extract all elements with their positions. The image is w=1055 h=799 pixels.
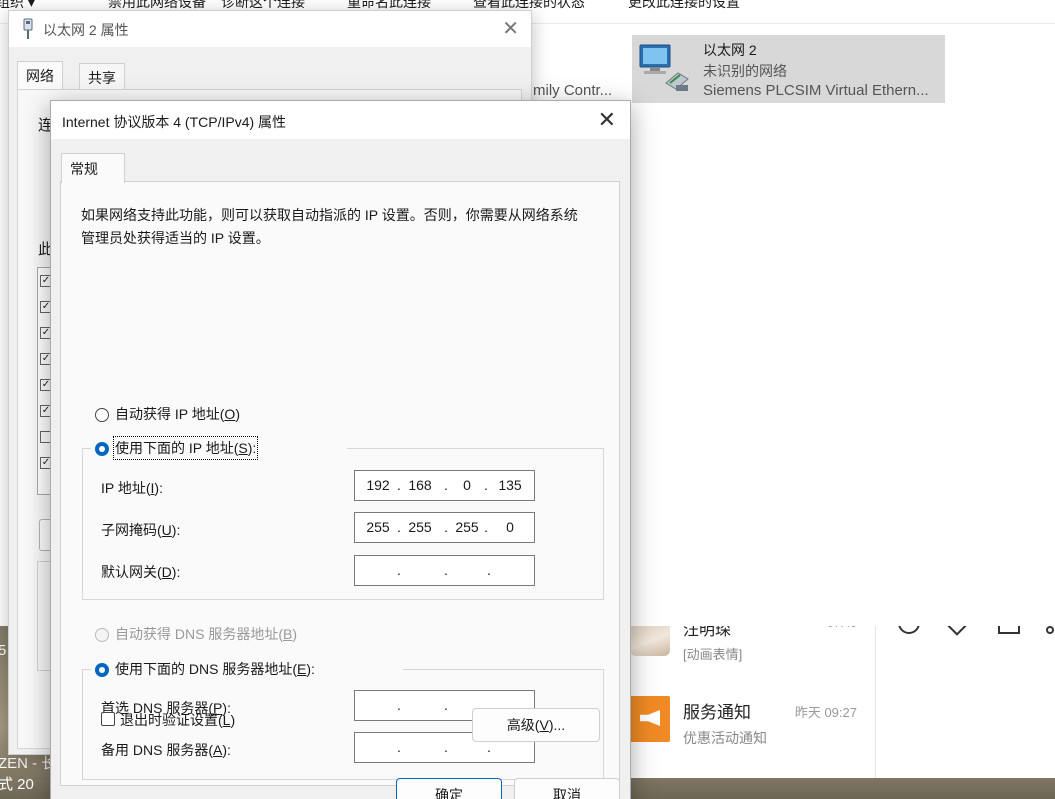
ip-separator: .	[444, 519, 448, 535]
ip-separator: .	[397, 519, 401, 535]
description-text: 如果网络支持此功能，则可以获取自动指派的 IP 设置。否则，你需要从网络系统管理…	[81, 207, 578, 246]
tab-label: 常规	[70, 161, 98, 177]
ok-button[interactable]: 确定	[396, 778, 502, 799]
ip-octet[interactable]: 135	[495, 477, 525, 493]
taskbar-fragment: 5	[0, 642, 7, 659]
auto-ip-radio[interactable]	[95, 408, 109, 422]
ip-separator: .	[484, 477, 488, 493]
subnet-mask-label: 子网掩码(U):	[101, 522, 181, 538]
dialog-titlebar: Internet 协议版本 4 (TCP/IPv4) 属性 ✕	[51, 101, 630, 139]
ip-separator: .	[397, 562, 401, 578]
connection-name: 以太网 2	[703, 42, 757, 58]
more-icon[interactable]	[1046, 626, 1054, 634]
tab-general[interactable]: 常规	[61, 153, 125, 183]
taskbar-fragment: ZEN - 长	[0, 755, 57, 772]
chat-list: 汪明琛 07:49 [动画表情] 服务通知 昨天 09:27 优惠活动通知	[620, 600, 875, 778]
ip-address-input[interactable]: 192 . 168 . 0 . 135	[354, 470, 535, 501]
alternate-dns-label: 备用 DNS 服务器(A):	[101, 742, 231, 758]
ip-separator: .	[397, 697, 401, 713]
connection-status: 未识别的网络	[703, 63, 787, 79]
chat-message: [动画表情]	[683, 647, 743, 662]
network-adapter-icon	[639, 44, 689, 91]
ip-separator: .	[444, 562, 448, 578]
dialog-titlebar: 以太网 2 属性 ✕	[9, 11, 531, 47]
cancel-button[interactable]: 取消	[514, 778, 620, 799]
ip-separator: .	[397, 477, 401, 493]
ip-octet[interactable]: 255	[452, 519, 482, 535]
ip-separator: .	[444, 739, 448, 755]
ip-octet[interactable]: 255	[405, 519, 435, 535]
connection-item-partial[interactable]: mily Contr...	[533, 82, 612, 99]
ip-separator: .	[484, 519, 488, 535]
manual-ip-label[interactable]: 使用下面的 IP 地址(S):	[112, 436, 259, 460]
connection-item-ethernet2[interactable]: 以太网 2 未识别的网络 Siemens PLCSIM Virtual Ethe…	[632, 35, 945, 103]
manual-dns-label[interactable]: 使用下面的 DNS 服务器地址(E):	[115, 659, 315, 679]
auto-dns-label[interactable]: 自动获得 DNS 服务器地址(B)	[115, 624, 297, 644]
chat-item[interactable]: 服务通知 昨天 09:27 优惠活动通知	[620, 682, 875, 762]
manual-ip-radio[interactable]	[95, 442, 109, 456]
connection-adapter: Siemens PLCSIM Virtual Ethern...	[703, 82, 929, 99]
tab-sharing[interactable]: 共享	[79, 63, 125, 91]
general-panel: 如果网络支持此功能，则可以获取自动指派的 IP 设置。否则，你需要从网络系统管理…	[60, 181, 620, 786]
validate-on-exit-label[interactable]: 退出时验证设置(L)	[120, 710, 235, 730]
chat-time: 昨天 09:27	[794, 705, 857, 720]
chat-message: 优惠活动通知	[683, 730, 767, 746]
ip-address-label: IP 地址(I):	[101, 480, 163, 496]
gateway-input[interactable]: . . .	[354, 555, 535, 586]
chat-name: 服务通知	[683, 703, 751, 722]
validate-on-exit-checkbox[interactable]	[101, 712, 115, 726]
ip-separator: .	[444, 477, 448, 493]
chat-toolbar	[875, 600, 1055, 778]
ip-separator: .	[487, 562, 491, 578]
ip-octet[interactable]: 168	[405, 477, 435, 493]
close-icon[interactable]: ✕	[502, 16, 519, 41]
change-settings-button[interactable]: 更改此连接的设置	[628, 0, 740, 12]
advanced-button[interactable]: 高级(V)...	[472, 708, 600, 742]
ethernet-cable-icon	[23, 18, 33, 39]
megaphone-icon	[630, 696, 670, 742]
close-icon[interactable]: ✕	[598, 107, 616, 133]
ip-octet[interactable]: 192	[363, 477, 393, 493]
dialog-title: 以太网 2 属性	[43, 22, 129, 38]
gateway-label: 默认网关(D):	[101, 564, 181, 580]
dialog-title: Internet 协议版本 4 (TCP/IPv4) 属性	[62, 114, 287, 130]
ip-octet[interactable]: 0	[452, 477, 482, 493]
ip-octet[interactable]: 255	[363, 519, 393, 535]
taskbar-fragment: 式 20	[0, 776, 34, 793]
ipv4-properties-dialog: Internet 协议版本 4 (TCP/IPv4) 属性 ✕ 常规 如果网络支…	[50, 100, 631, 799]
tab-network[interactable]: 网络	[17, 61, 63, 89]
ip-separator: .	[397, 739, 401, 755]
description-group	[37, 561, 51, 671]
auto-dns-radio[interactable]	[95, 628, 109, 642]
subnet-mask-input[interactable]: 255 . 255 . 255 . 0	[354, 512, 535, 543]
ip-octet[interactable]: 0	[495, 519, 525, 535]
ip-separator: .	[444, 697, 448, 713]
auto-ip-label[interactable]: 自动获得 IP 地址(O)	[115, 404, 240, 424]
manual-dns-radio[interactable]	[95, 663, 109, 677]
